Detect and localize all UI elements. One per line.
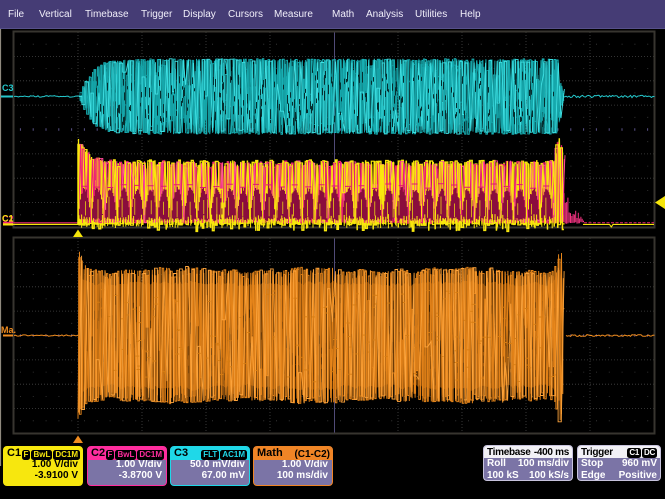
svg-text:C3: C3 [2, 83, 14, 93]
svg-text:C1: C1 [2, 214, 14, 224]
svg-text:Ma.: Ma. [1, 325, 16, 335]
